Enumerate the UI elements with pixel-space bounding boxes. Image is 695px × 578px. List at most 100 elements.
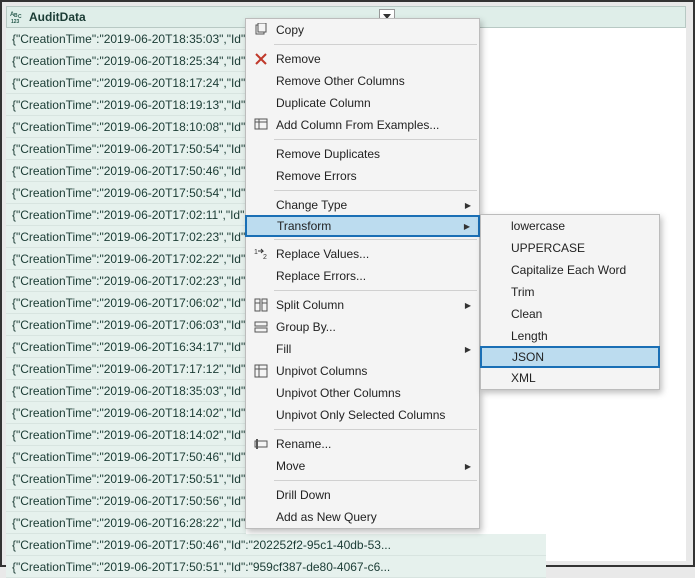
submenu-arrow-icon: ▶	[461, 301, 471, 310]
submenu-item-length[interactable]: Length	[481, 325, 659, 347]
menu-item-remove[interactable]: Remove	[246, 48, 479, 70]
data-cell[interactable]: {"CreationTime":"2019-06-20T17:02:22","I…	[6, 248, 246, 270]
menu-item-label: Split Column	[276, 298, 461, 312]
submenu-item-xml[interactable]: XML	[481, 367, 659, 389]
menu-item-label: Rename...	[276, 437, 471, 451]
data-cell[interactable]: {"CreationTime":"2019-06-20T18:17:24","I…	[6, 72, 246, 94]
data-cell[interactable]: {"CreationTime":"2019-06-20T17:50:46","I…	[6, 534, 546, 556]
blank-icon	[250, 486, 272, 504]
submenu-item-uppercase[interactable]: UPPERCASE	[481, 237, 659, 259]
data-cell[interactable]: {"CreationTime":"2019-06-20T17:50:51","I…	[6, 556, 546, 578]
data-cell[interactable]: {"CreationTime":"2019-06-20T17:50:46","I…	[6, 160, 246, 182]
menu-item-label: Move	[276, 459, 461, 473]
rename-icon	[250, 435, 272, 453]
menu-item-add-new-query[interactable]: Add as New Query	[246, 506, 479, 528]
menu-item-label: Unpivot Only Selected Columns	[276, 408, 471, 422]
column-type-icon: A B C 123	[9, 9, 27, 25]
menu-item-unpivot-selected[interactable]: Unpivot Only Selected Columns	[246, 404, 479, 426]
submenu-item-label: Trim	[511, 285, 651, 299]
data-cell[interactable]: {"CreationTime":"2019-06-20T16:28:22","I…	[6, 512, 246, 534]
menu-item-label: Transform	[277, 219, 460, 233]
menu-item-add-col-examples[interactable]: Add Column From Examples...	[246, 114, 479, 136]
data-cell[interactable]: {"CreationTime":"2019-06-20T18:35:03","I…	[6, 28, 246, 50]
menu-item-duplicate[interactable]: Duplicate Column	[246, 92, 479, 114]
submenu-arrow-icon: ▶	[460, 222, 470, 231]
submenu-item-label: XML	[511, 371, 651, 385]
submenu-arrow-icon: ▶	[461, 345, 471, 354]
menu-separator	[274, 480, 477, 481]
menu-item-label: Replace Errors...	[276, 269, 471, 283]
data-cell[interactable]: {"CreationTime":"2019-06-20T17:50:51","I…	[6, 468, 246, 490]
menu-item-remove-errors[interactable]: Remove Errors	[246, 165, 479, 187]
data-cell[interactable]: {"CreationTime":"2019-06-20T18:14:02","I…	[6, 402, 246, 424]
menu-item-label: Replace Values...	[276, 247, 471, 261]
data-cell[interactable]: {"CreationTime":"2019-06-20T18:14:02","I…	[6, 424, 246, 446]
data-cell[interactable]: {"CreationTime":"2019-06-20T17:50:54","I…	[6, 182, 246, 204]
menu-item-move[interactable]: Move▶	[246, 455, 479, 477]
data-cell[interactable]: {"CreationTime":"2019-06-20T17:06:02","I…	[6, 292, 246, 314]
data-cell[interactable]: {"CreationTime":"2019-06-20T17:02:23","I…	[6, 226, 246, 248]
context-menu: Copy Remove Remove Other Columns Duplicate …	[245, 18, 480, 529]
blank-icon	[250, 406, 272, 424]
menu-item-remove-other[interactable]: Remove Other Columns	[246, 70, 479, 92]
menu-item-label: Duplicate Column	[276, 96, 471, 110]
menu-item-drill-down[interactable]: Drill Down	[246, 484, 479, 506]
menu-item-label: Group By...	[276, 320, 471, 334]
submenu-item-label: lowercase	[511, 219, 651, 233]
svg-text:2: 2	[263, 254, 267, 261]
menu-item-label: Remove Errors	[276, 169, 471, 183]
data-cell[interactable]: {"CreationTime":"2019-06-20T17:50:46","I…	[6, 446, 246, 468]
menu-item-replace-errors[interactable]: Replace Errors...	[246, 265, 479, 287]
menu-item-label: Remove	[276, 52, 471, 66]
menu-item-label: Add Column From Examples...	[276, 118, 471, 132]
blank-icon	[250, 94, 272, 112]
submenu-item-capitalize[interactable]: Capitalize Each Word	[481, 259, 659, 281]
data-cell[interactable]: {"CreationTime":"2019-06-20T18:25:34","I…	[6, 50, 246, 72]
submenu-item-label: Length	[511, 329, 651, 343]
blank-icon	[250, 267, 272, 285]
data-cell[interactable]: {"CreationTime":"2019-06-20T18:19:13","I…	[6, 94, 246, 116]
group-icon	[250, 318, 272, 336]
data-cell[interactable]: {"CreationTime":"2019-06-20T17:02:23","I…	[6, 270, 246, 292]
menu-separator	[274, 190, 477, 191]
table-add-icon	[250, 116, 272, 134]
blank-icon	[250, 145, 272, 163]
data-cell[interactable]: {"CreationTime":"2019-06-20T17:50:56","I…	[6, 490, 246, 512]
menu-item-label: Unpivot Columns	[276, 364, 471, 378]
menu-separator	[274, 139, 477, 140]
submenu-item-lowercase[interactable]: lowercase	[481, 215, 659, 237]
copy-icon	[250, 21, 272, 39]
data-cell[interactable]: {"CreationTime":"2019-06-20T17:50:54","I…	[6, 138, 246, 160]
menu-item-label: Remove Other Columns	[276, 74, 471, 88]
blank-icon	[250, 72, 272, 90]
submenu-item-json[interactable]: JSON	[480, 346, 660, 368]
data-cell[interactable]: {"CreationTime":"2019-06-20T17:02:11","I…	[6, 204, 246, 226]
submenu-item-clean[interactable]: Clean	[481, 303, 659, 325]
data-cell[interactable]: {"CreationTime":"2019-06-20T18:35:03","I…	[6, 380, 246, 402]
menu-item-label: Fill	[276, 342, 461, 356]
menu-item-group-by[interactable]: Group By...	[246, 316, 479, 338]
menu-item-unpivot[interactable]: Unpivot Columns	[246, 360, 479, 382]
menu-item-copy[interactable]: Copy	[246, 19, 479, 41]
data-cell[interactable]: {"CreationTime":"2019-06-20T18:10:08","I…	[6, 116, 246, 138]
menu-item-replace-values[interactable]: 12 Replace Values...	[246, 243, 479, 265]
menu-item-remove-dup[interactable]: Remove Duplicates	[246, 143, 479, 165]
menu-item-fill[interactable]: Fill▶	[246, 338, 479, 360]
submenu-item-label: JSON	[512, 350, 650, 364]
menu-separator	[274, 290, 477, 291]
blank-icon	[250, 196, 272, 214]
data-cell[interactable]: {"CreationTime":"2019-06-20T16:34:17","I…	[6, 336, 246, 358]
data-cell[interactable]: {"CreationTime":"2019-06-20T17:06:03","I…	[6, 314, 246, 336]
blank-icon	[250, 340, 272, 358]
menu-item-label: Remove Duplicates	[276, 147, 471, 161]
remove-icon	[250, 50, 272, 68]
menu-item-change-type[interactable]: Change Type▶	[246, 194, 479, 216]
menu-item-split-column[interactable]: Split Column▶	[246, 294, 479, 316]
svg-text:1: 1	[254, 249, 258, 256]
menu-item-rename[interactable]: Rename...	[246, 433, 479, 455]
submenu-item-trim[interactable]: Trim	[481, 281, 659, 303]
menu-item-transform[interactable]: Transform▶	[245, 215, 480, 237]
menu-item-unpivot-other[interactable]: Unpivot Other Columns	[246, 382, 479, 404]
data-cell[interactable]: {"CreationTime":"2019-06-20T17:17:12","I…	[6, 358, 246, 380]
menu-item-label: Change Type	[276, 198, 461, 212]
